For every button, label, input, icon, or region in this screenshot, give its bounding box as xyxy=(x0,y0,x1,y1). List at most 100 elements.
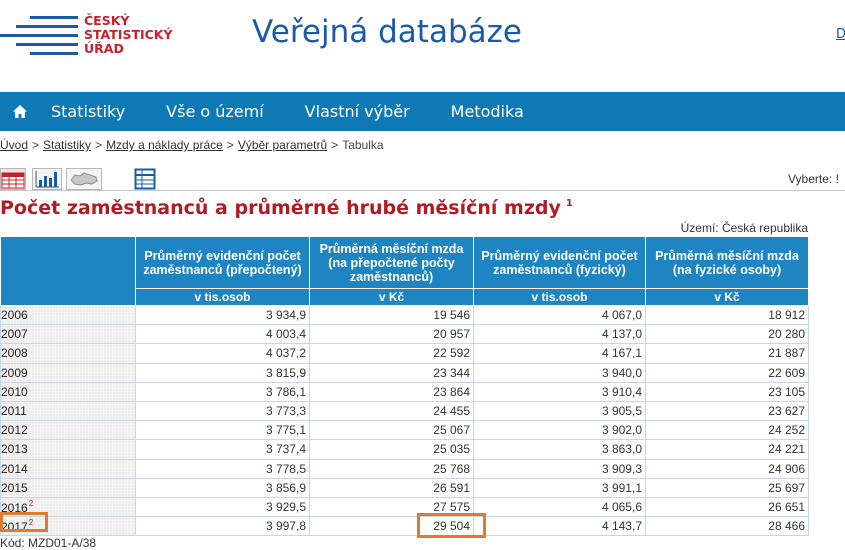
breadcrumb-separator: > xyxy=(32,138,40,152)
table-row: 2015 3 856,9 26 591 3 991,1 25 697 xyxy=(0,477,809,498)
logo-lines-icon xyxy=(0,16,78,61)
toolbar-divider xyxy=(0,190,845,191)
row-year: 2011 xyxy=(0,400,136,422)
table-cell: 3 902,0 xyxy=(473,420,646,441)
table-row: 20172 3 997,8 29 504 4 143,7 28 466 xyxy=(0,516,809,537)
row-year: 2013 xyxy=(0,439,136,460)
table-row: 2014 3 778,5 25 768 3 909,3 24 906 xyxy=(0,458,809,479)
title-footnote-link[interactable]: 1 xyxy=(566,198,573,209)
row-year: 2012 xyxy=(0,420,136,441)
table-cell: 3 786,1 xyxy=(135,381,310,402)
table-cell: 4 065,6 xyxy=(473,496,646,518)
row-year-label: 2007 xyxy=(1,327,28,342)
table-row: 2008 4 037,2 22 592 4 167,1 21 887 xyxy=(0,343,809,364)
unit-header: v tis.osob xyxy=(473,288,646,306)
row-year: 2006 xyxy=(0,304,136,326)
table-cell: 22 609 xyxy=(645,362,809,383)
map-view-icon[interactable] xyxy=(66,168,102,190)
table-cell: 3 940,0 xyxy=(473,362,646,383)
data-table: Průměrný evidenční počet zaměstnanců (př… xyxy=(0,236,809,537)
select-label[interactable]: Vyberte: ! xyxy=(788,172,839,186)
row-year: 20172 xyxy=(0,516,136,537)
row-year-label: 2017 xyxy=(1,520,28,535)
row-year-label: 2014 xyxy=(1,461,28,476)
table-cell: 24 221 xyxy=(645,439,809,460)
table-cell: 23 344 xyxy=(309,362,474,383)
table-cell: 24 455 xyxy=(309,400,474,422)
table-cell: 26 591 xyxy=(309,477,474,498)
table-cell: 3 909,3 xyxy=(473,458,646,479)
row-year-label: 2012 xyxy=(1,423,28,438)
row-year: 2010 xyxy=(0,381,136,402)
row-footnote-link[interactable]: 2 xyxy=(29,518,33,527)
table-cell: 27 575 xyxy=(309,496,474,518)
breadcrumb-mzdy[interactable]: Mzdy a náklady práce xyxy=(106,138,223,152)
table-cell: 26 651 xyxy=(645,496,809,518)
table-cell: 4 143,7 xyxy=(473,516,646,537)
page-title: Počet zaměstnanců a průměrné hrubé měsíč… xyxy=(0,197,573,219)
home-icon[interactable] xyxy=(0,92,40,131)
table-cell: 24 252 xyxy=(645,420,809,441)
logo-line-1: ČESKÝ xyxy=(84,13,130,28)
table-cell: 4 137,0 xyxy=(473,324,646,345)
table-cell: 4 067,0 xyxy=(473,304,646,326)
table-view-icon[interactable] xyxy=(0,168,26,190)
breadcrumb-separator: > xyxy=(331,138,339,152)
breadcrumb-uvod[interactable]: Úvod xyxy=(0,138,28,152)
table-cell: 3 991,1 xyxy=(473,477,646,498)
table-row: 2009 3 815,9 23 344 3 940,0 22 609 xyxy=(0,362,809,383)
row-year-label: 2016 xyxy=(1,500,28,515)
table-cell: 23 864 xyxy=(309,381,474,402)
logo-line-3: ÚŘAD xyxy=(84,41,124,56)
nav-item-statistiky[interactable]: Statistiky xyxy=(51,102,125,121)
row-year-label: 2010 xyxy=(1,384,28,399)
table-corner xyxy=(0,236,136,306)
table-row: 2013 3 737,4 25 035 3 863,0 24 221 xyxy=(0,439,809,460)
table-cell: 24 906 xyxy=(645,458,809,479)
table-body: 2006 3 934,9 19 546 4 067,0 18 912 2007 4 003,… xyxy=(0,304,809,537)
table-cell: 28 466 xyxy=(645,516,809,537)
breadcrumb-separator: > xyxy=(226,138,234,152)
table-cell: 23 627 xyxy=(645,400,809,422)
breadcrumb-vyber-parametru[interactable]: Výběr parametrů xyxy=(238,138,327,152)
site-title: Veřejná databáze xyxy=(252,14,522,50)
corner-link[interactable]: D xyxy=(836,27,845,42)
nav-item-vse-o-uzemi[interactable]: Vše o území xyxy=(166,102,264,121)
table-cell: 3 934,9 xyxy=(135,304,310,326)
row-footnote-link[interactable]: 2 xyxy=(29,499,33,508)
table-cell: 18 912 xyxy=(645,304,809,326)
nav-item-metodika[interactable]: Metodika xyxy=(451,102,524,121)
table-cell: 25 697 xyxy=(645,477,809,498)
table-cell: 3 773,3 xyxy=(135,400,310,422)
row-year: 2015 xyxy=(0,477,136,498)
breadcrumb-statistiky[interactable]: Statistiky xyxy=(43,138,91,152)
row-year-label: 2013 xyxy=(1,442,28,457)
table-row: 20162 3 929,5 27 575 4 065,6 26 651 xyxy=(0,496,809,518)
table-cell: 3 997,8 xyxy=(135,516,310,537)
table-cell: 25 035 xyxy=(309,439,474,460)
page-title-text: Počet zaměstnanců a průměrné hrubé měsíč… xyxy=(0,197,561,219)
row-year-label: 2008 xyxy=(1,346,28,361)
table-cell: 23 105 xyxy=(645,381,809,402)
table-row: 2012 3 775,1 25 067 3 902,0 24 252 xyxy=(0,420,809,441)
table-cell: 3 815,9 xyxy=(135,362,310,383)
column-header: Průměrný evidenční počet zaměstnanců (fy… xyxy=(473,236,646,289)
table-cell: 4 003,4 xyxy=(135,324,310,345)
csu-logo[interactable]: ČESKÝ STATISTICKÝ ÚŘAD xyxy=(0,14,190,62)
export-table-icon[interactable] xyxy=(133,168,157,190)
unit-header: v Kč xyxy=(309,288,474,306)
table-cell: 3 929,5 xyxy=(135,496,310,518)
logo-text: ČESKÝ STATISTICKÝ ÚŘAD xyxy=(84,14,173,56)
row-year-label: 2015 xyxy=(1,480,28,495)
unit-header: v tis.osob xyxy=(135,288,310,306)
table-cell: 20 957 xyxy=(309,324,474,345)
table-code: Kód: MZD01-A/38 xyxy=(0,536,97,550)
nav-item-vlastni-vyber[interactable]: Vlastní výběr xyxy=(305,102,410,121)
row-year-label: 2011 xyxy=(1,404,27,419)
table-row: 2007 4 003,4 20 957 4 137,0 20 280 xyxy=(0,324,809,345)
chart-view-icon[interactable] xyxy=(32,168,62,190)
table-row: 2006 3 934,9 19 546 4 067,0 18 912 xyxy=(0,304,809,326)
table-cell: 3 778,5 xyxy=(135,458,310,479)
table-cell: 4 167,1 xyxy=(473,343,646,364)
table-cell: 3 863,0 xyxy=(473,439,646,460)
